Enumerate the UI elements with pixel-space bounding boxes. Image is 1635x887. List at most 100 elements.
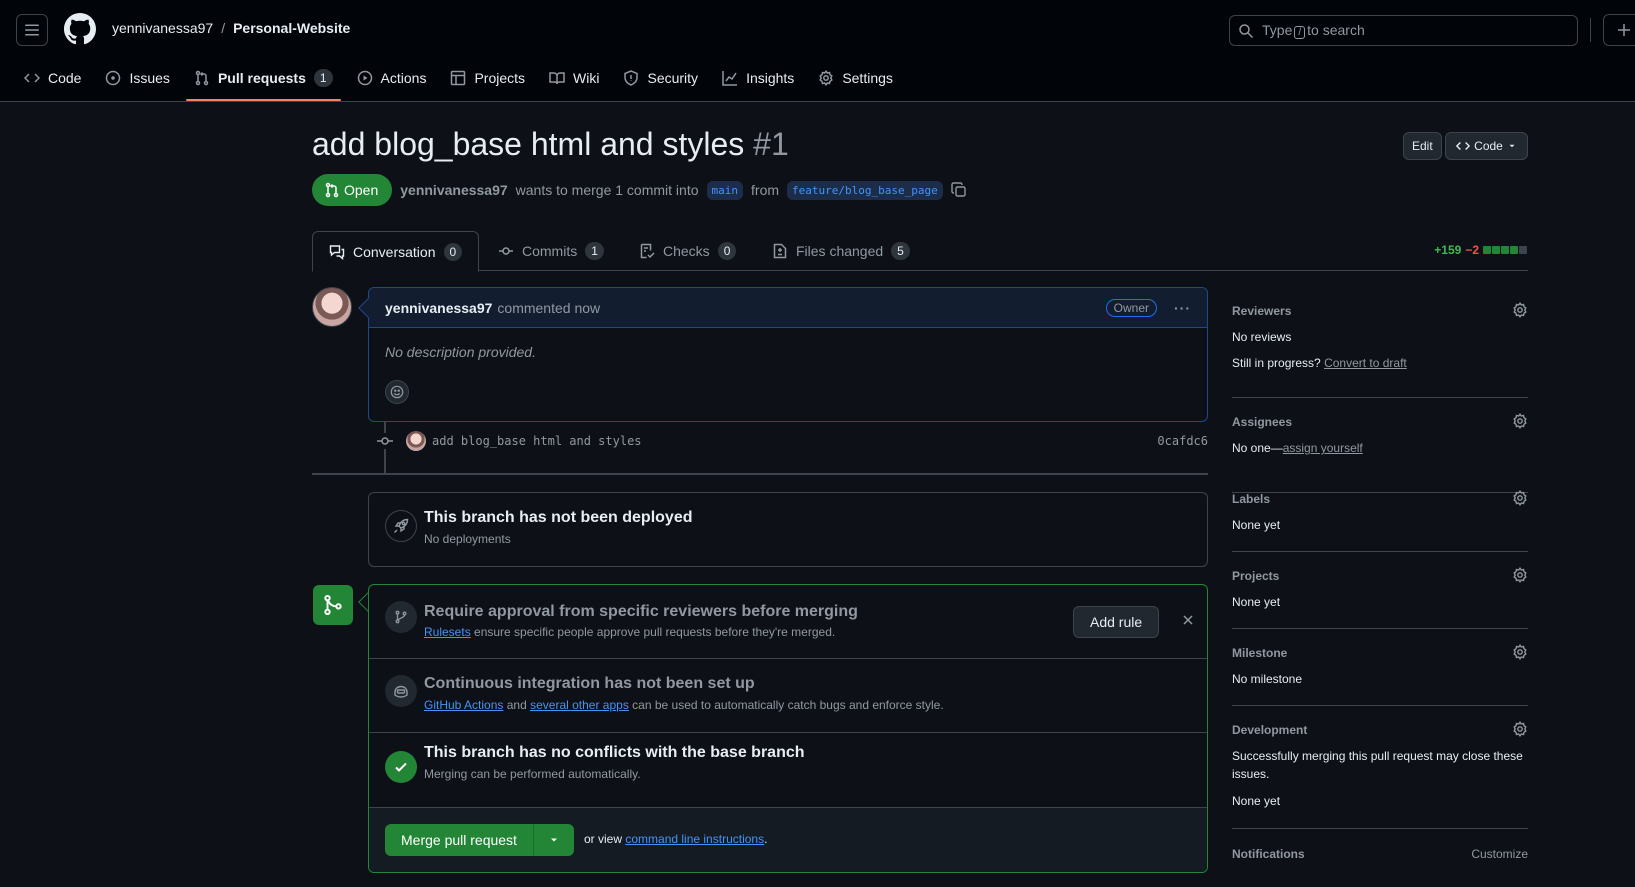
- merge-pull-request-button[interactable]: Merge pull request: [385, 824, 534, 856]
- search-icon: [1239, 23, 1254, 38]
- sidebar-development: Development Successfully merging this pu…: [1232, 721, 1528, 829]
- gear-icon[interactable]: [1512, 490, 1528, 506]
- nav-insights[interactable]: Insights: [714, 58, 802, 98]
- gear-icon[interactable]: [1512, 721, 1528, 737]
- diffstat: +159 −2: [1434, 243, 1528, 257]
- sidebar-reviewers: Reviewers No reviews Still in progress? …: [1232, 302, 1528, 398]
- milestone-heading: Milestone: [1232, 646, 1288, 660]
- assign-yourself-link[interactable]: assign yourself: [1283, 441, 1363, 455]
- gear-icon[interactable]: [1512, 413, 1528, 429]
- commit-sha[interactable]: 0cafdc6: [1157, 434, 1208, 448]
- tab-counter: 0: [717, 242, 737, 260]
- nav-code[interactable]: Code: [16, 58, 89, 98]
- create-new-button[interactable]: [1603, 14, 1635, 46]
- tab-counter: 5: [891, 242, 910, 260]
- status-label: Open: [344, 182, 379, 198]
- issue-icon: [106, 70, 121, 86]
- hamburger-icon: [25, 24, 39, 36]
- add-rule-button[interactable]: Add rule: [1073, 606, 1160, 638]
- gear-icon[interactable]: [1512, 644, 1528, 660]
- merge-button-group: Merge pull request: [385, 824, 574, 856]
- nav-label: Pull requests: [217, 70, 306, 86]
- development-text-line2: issues.: [1232, 767, 1270, 781]
- checklist-icon: [640, 243, 655, 259]
- ci-and-text: and: [506, 698, 527, 712]
- nav-projects[interactable]: Projects: [442, 58, 533, 98]
- add-reaction-button[interactable]: [385, 380, 409, 404]
- breadcrumb-separator: /: [221, 20, 226, 36]
- github-actions-link[interactable]: GitHub Actions: [424, 698, 503, 712]
- rules-section: Require approval from specific reviewers…: [369, 585, 1207, 659]
- owner-link[interactable]: yennivanessa97: [112, 20, 213, 36]
- rulesets-link[interactable]: Rulesets: [424, 625, 471, 639]
- ci-title: Continuous integration has not been set …: [424, 675, 755, 692]
- gear-icon[interactable]: [1512, 302, 1528, 318]
- period: .: [764, 832, 768, 846]
- search-shortcut-key: /: [1294, 26, 1306, 39]
- labels-heading: Labels: [1232, 492, 1271, 506]
- copy-icon[interactable]: [951, 182, 967, 198]
- nav-settings[interactable]: Settings: [810, 58, 901, 98]
- plus-icon: [1618, 24, 1630, 36]
- tab-commits[interactable]: Commits 1: [498, 231, 604, 271]
- nav-security[interactable]: Security: [615, 58, 706, 98]
- code-dropdown-button[interactable]: Code: [1445, 132, 1528, 160]
- edit-title-button[interactable]: Edit: [1403, 132, 1442, 160]
- pr-author-link[interactable]: yennivanessa97: [400, 182, 507, 198]
- merge-options-dropdown[interactable]: [533, 824, 574, 856]
- sidebar-assignees: Assignees No one—assign yourself: [1232, 413, 1528, 493]
- ci-description: GitHub Actions and several other apps ca…: [424, 698, 944, 712]
- close-icon[interactable]: [1180, 612, 1196, 628]
- github-logo-icon[interactable]: [64, 13, 96, 45]
- pull-request-icon: [325, 182, 339, 198]
- pr-number: #1: [753, 126, 789, 162]
- tab-conversation[interactable]: Conversation 0: [312, 231, 480, 272]
- comment-author[interactable]: yennivanessa97: [385, 300, 492, 316]
- tab-label: Conversation: [353, 243, 436, 260]
- nav-actions[interactable]: Actions: [349, 58, 435, 98]
- tab-files-changed[interactable]: Files changed 5: [772, 231, 910, 271]
- sidebar-notifications: Notifications Customize: [1232, 847, 1528, 887]
- commit-icon: [499, 247, 513, 255]
- pr-description-comment: yennivanessa97 commented now Owner ··· N…: [368, 287, 1208, 422]
- tab-checks[interactable]: Checks 0: [639, 231, 737, 271]
- or-view-text: or view command line instructions.: [584, 832, 767, 846]
- menu-button[interactable]: [16, 14, 48, 46]
- other-apps-link[interactable]: several other apps: [530, 698, 629, 712]
- nav-label: Code: [48, 70, 82, 86]
- convert-to-draft-link[interactable]: Convert to draft: [1324, 356, 1407, 370]
- tab-label: Files changed: [796, 243, 884, 259]
- commit-message[interactable]: add blog_base html and styles: [432, 434, 642, 448]
- command-line-link[interactable]: command line instructions: [625, 832, 764, 846]
- ci-text: can be used to automatically catch bugs …: [632, 698, 944, 712]
- rules-description: Rulesets ensure specific people approve …: [424, 625, 835, 639]
- code-icon: [24, 73, 40, 83]
- nav-wiki[interactable]: Wiki: [541, 58, 607, 98]
- repo-link[interactable]: Personal-Website: [233, 20, 350, 36]
- conflict-subtitle: Merging can be performed automatically.: [424, 767, 641, 781]
- kebab-menu-icon[interactable]: ···: [1174, 300, 1191, 316]
- commit-author-avatar[interactable]: [406, 431, 426, 451]
- deploy-title: This branch has not been deployed: [424, 509, 693, 526]
- base-branch[interactable]: main: [706, 180, 744, 200]
- assignees-none: No one—: [1232, 441, 1283, 455]
- conflict-title: This branch has no conflicts with the ba…: [424, 744, 805, 761]
- sidebar-labels: Labels None yet: [1232, 490, 1528, 552]
- page-title: add blog_base html and styles #1: [312, 126, 789, 163]
- head-branch[interactable]: feature/blog_base_page: [787, 180, 943, 200]
- labels-value: None yet: [1232, 518, 1281, 532]
- reviewers-value: No reviews: [1232, 330, 1292, 344]
- nav-pull-requests[interactable]: Pull requests 1: [185, 58, 341, 101]
- or-view-label: or view: [584, 832, 623, 846]
- repo-nav: Code Issues Pull requests 1 Actions Proj…: [16, 58, 909, 102]
- nav-label: Projects: [474, 70, 526, 86]
- commit-icon: [376, 433, 394, 449]
- search-input[interactable]: Type / to search: [1229, 15, 1578, 46]
- nav-counter: 1: [313, 69, 333, 87]
- author-avatar[interactable]: [312, 287, 352, 327]
- customize-link[interactable]: Customize: [1471, 847, 1528, 861]
- search-placeholder: Type / to search: [1262, 22, 1365, 39]
- nav-issues[interactable]: Issues: [97, 58, 177, 98]
- book-icon: [549, 72, 565, 85]
- gear-icon[interactable]: [1512, 567, 1528, 583]
